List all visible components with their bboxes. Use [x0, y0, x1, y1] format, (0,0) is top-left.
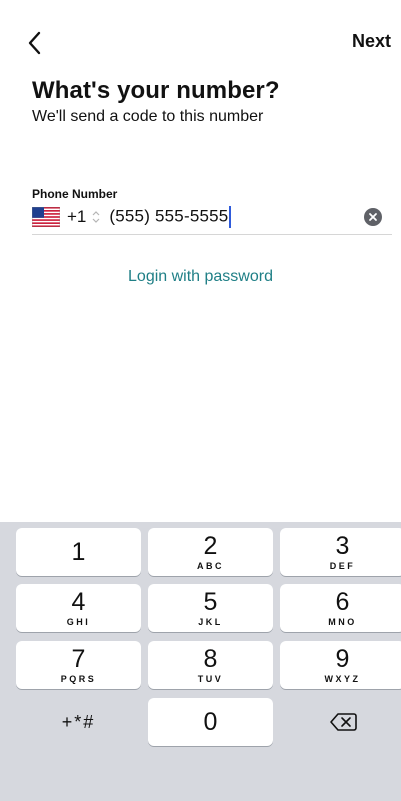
key-letters: PQRS — [60, 673, 97, 684]
key-digit: 7 — [71, 644, 86, 673]
clear-button[interactable] — [364, 208, 382, 226]
key-3[interactable]: 3 DEF — [280, 528, 401, 576]
delete-icon — [329, 713, 357, 731]
key-digit: 9 — [335, 644, 350, 673]
country-selector[interactable]: +1 — [32, 207, 102, 227]
key-digit: 6 — [335, 587, 350, 616]
key-symbols-label: +*# — [61, 711, 96, 732]
key-letters: MNO — [328, 616, 357, 627]
key-digit: 0 — [203, 707, 218, 736]
key-digit: 3 — [335, 531, 350, 560]
key-digit: 4 — [71, 587, 86, 616]
key-8[interactable]: 8 TUV — [148, 641, 273, 689]
key-2[interactable]: 2 ABC — [148, 528, 273, 576]
key-letters: JKL — [198, 616, 223, 627]
key-5[interactable]: 5 JKL — [148, 584, 273, 632]
key-4[interactable]: 4 GHI — [16, 584, 141, 632]
top-nav: Next — [0, 0, 401, 80]
login-with-password-link[interactable]: Login with password — [0, 268, 401, 286]
key-1[interactable]: 1 — [16, 528, 141, 576]
key-letters: TUV — [197, 673, 224, 684]
phone-number-field[interactable]: +1 (555) 555-5555 — [32, 202, 392, 232]
key-0[interactable]: 0 — [148, 698, 273, 746]
key-letters: ABC — [197, 560, 224, 571]
clear-icon — [369, 213, 377, 221]
key-letters: WXYZ — [324, 673, 361, 684]
key-digit: 1 — [71, 537, 86, 566]
chevron-left-icon — [28, 31, 41, 55]
key-9[interactable]: 9 WXYZ — [280, 641, 401, 689]
country-code: +1 — [67, 207, 87, 226]
phone-number-label: Phone Number — [32, 187, 118, 201]
key-letters: DEF — [329, 560, 356, 571]
chevron-up-down-icon — [92, 211, 100, 223]
page-title: What's your number? — [32, 77, 280, 104]
page-subtitle: We'll send a code to this number — [32, 108, 264, 125]
next-button[interactable]: Next — [352, 31, 391, 52]
text-cursor — [229, 206, 232, 228]
delete-key[interactable] — [280, 698, 401, 746]
key-digit: 8 — [203, 644, 218, 673]
key-letters: GHI — [66, 616, 91, 627]
key-symbols[interactable]: +*# — [16, 698, 141, 746]
numeric-keypad: 1 2 ABC 3 DEF 4 GHI 5 JKL 6 MNO 7 PQRS 8… — [0, 522, 401, 801]
field-underline — [32, 234, 392, 235]
key-digit: 5 — [203, 587, 218, 616]
key-6[interactable]: 6 MNO — [280, 584, 401, 632]
key-digit: 2 — [203, 531, 218, 560]
phone-number-input[interactable]: (555) 555-5555 — [109, 206, 232, 228]
back-button[interactable] — [22, 30, 46, 56]
key-7[interactable]: 7 PQRS — [16, 641, 141, 689]
us-flag-icon — [32, 207, 60, 227]
